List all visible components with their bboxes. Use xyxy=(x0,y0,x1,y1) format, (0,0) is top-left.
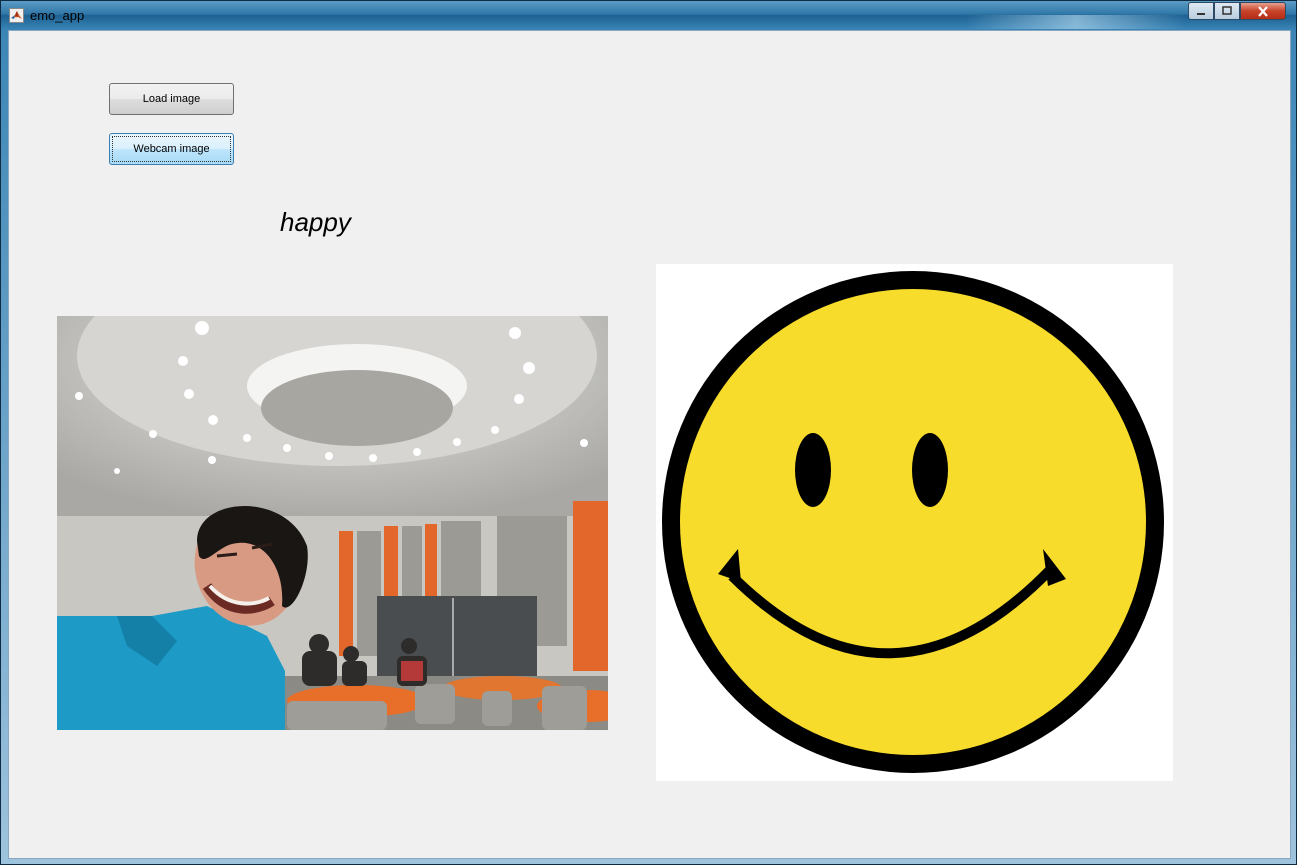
smiley-face-icon xyxy=(662,271,1164,773)
close-icon[interactable] xyxy=(1240,2,1286,20)
minimize-icon[interactable] xyxy=(1188,2,1214,20)
figure-panel: Load image Webcam image happy xyxy=(8,30,1291,859)
window-controls xyxy=(1188,2,1286,21)
matlab-icon xyxy=(9,8,24,23)
emotion-emoji-panel xyxy=(656,264,1173,781)
window-title: emo_app xyxy=(30,8,85,23)
webcam-photo xyxy=(57,316,608,730)
load-image-button[interactable]: Load image xyxy=(109,83,234,115)
title-bar[interactable]: emo_app xyxy=(1,1,1296,30)
webcam-image-button[interactable]: Webcam image xyxy=(109,133,234,165)
maximize-icon[interactable] xyxy=(1214,2,1240,20)
emotion-result-label: happy xyxy=(280,207,351,237)
app-window: emo_app Load image Webcam image happy xyxy=(0,0,1297,865)
